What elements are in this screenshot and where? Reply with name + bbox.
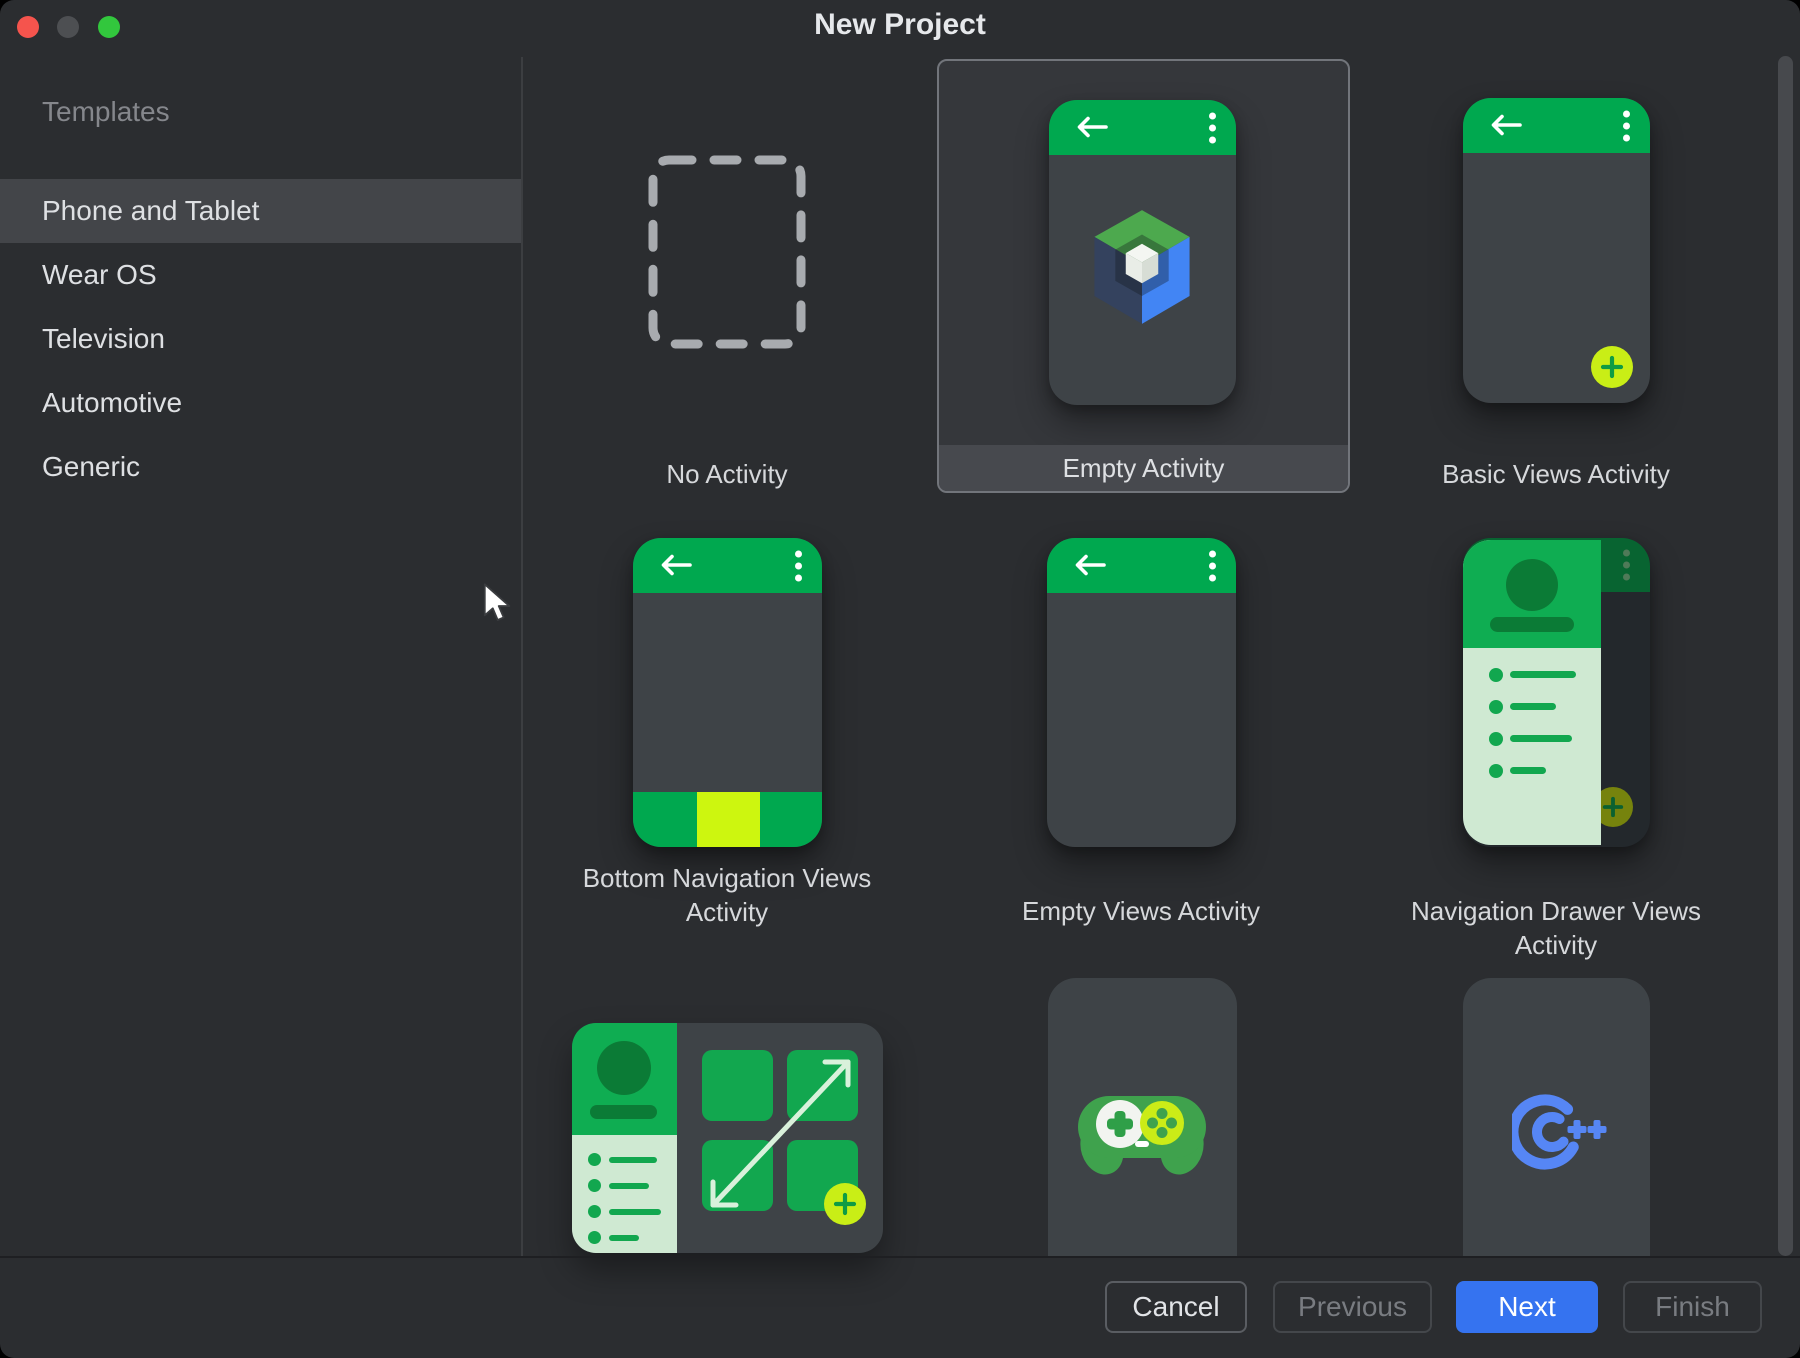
sidebar-divider — [521, 57, 523, 1256]
template-basic-views-label[interactable]: Basic Views Activity — [1406, 457, 1706, 491]
jetpack-compose-logo-icon — [1084, 206, 1200, 328]
mouse-cursor — [482, 583, 516, 627]
template-empty-views-label[interactable]: Empty Views Activity — [991, 894, 1291, 928]
app-bar — [1463, 98, 1650, 153]
drawer-item-line — [609, 1157, 657, 1163]
drawer-item-bullet — [588, 1179, 601, 1192]
drawer-item-line — [1510, 767, 1546, 774]
overflow-menu-icon — [1209, 550, 1216, 581]
overflow-menu-icon — [1623, 110, 1630, 141]
templates-header: Templates — [42, 96, 170, 128]
footer-divider — [0, 1256, 1800, 1258]
template-card-empty-views[interactable] — [1047, 538, 1236, 847]
drawer-header — [1463, 540, 1601, 648]
phone-mockup — [1049, 100, 1236, 405]
overflow-menu-icon — [795, 550, 802, 581]
overflow-menu-icon — [1209, 112, 1216, 143]
back-arrow-icon — [1075, 115, 1109, 139]
fab-plus-icon — [824, 1183, 866, 1225]
drawer-item-bullet — [1489, 700, 1503, 714]
template-card-bottom-navigation[interactable] — [633, 538, 822, 847]
drawer-item-bullet — [1489, 732, 1503, 746]
avatar-name-bar — [1490, 617, 1574, 632]
avatar — [597, 1041, 651, 1095]
cpp-logo-icon — [1512, 1084, 1632, 1180]
drawer-item-bullet — [1489, 668, 1503, 682]
next-button[interactable]: Next — [1456, 1281, 1598, 1333]
previous-button[interactable]: Previous — [1273, 1281, 1432, 1333]
fab-plus-icon — [1591, 346, 1633, 388]
template-empty-activity-label: Empty Activity — [939, 445, 1348, 491]
back-arrow-icon — [1073, 553, 1107, 577]
vertical-scrollbar[interactable] — [1778, 56, 1793, 1256]
sidebar-item-phone-and-tablet[interactable]: Phone and Tablet — [0, 179, 521, 243]
game-controller-icon — [1072, 1088, 1212, 1178]
template-card-game-activity[interactable] — [1048, 978, 1237, 1256]
drawer-item-bullet — [588, 1231, 601, 1244]
drawer-item-bullet — [1489, 764, 1503, 778]
drawer-item-line — [1510, 671, 1576, 678]
back-arrow-icon — [1489, 113, 1523, 137]
drawer-item-bullet — [588, 1205, 601, 1218]
drawer-item-bullet — [588, 1153, 601, 1166]
template-card-basic-views-activity[interactable] — [1463, 98, 1650, 403]
sidebar-item-automotive[interactable]: Automotive — [0, 371, 521, 435]
drawer-item-line — [1510, 735, 1572, 742]
template-card-navigation-drawer[interactable] — [1463, 538, 1650, 847]
template-no-activity-label[interactable]: No Activity — [577, 457, 877, 491]
template-nav-drawer-label[interactable]: Navigation Drawer Views Activity — [1406, 894, 1706, 962]
sidebar-item-television[interactable]: Television — [0, 307, 521, 371]
bottom-nav-bar — [633, 792, 822, 847]
app-bar — [1047, 538, 1236, 593]
drawer-item-line — [609, 1183, 649, 1189]
drawer-item-line — [609, 1209, 661, 1215]
nav-drawer-panel — [1463, 540, 1601, 845]
avatar-name-bar — [590, 1105, 657, 1119]
avatar — [1506, 559, 1558, 611]
template-card-native-cpp[interactable] — [1463, 978, 1650, 1256]
new-project-dialog: New Project Templates Phone and Tablet W… — [0, 0, 1800, 1358]
cancel-button[interactable]: Cancel — [1105, 1281, 1247, 1333]
app-bar — [633, 538, 822, 593]
app-bar — [1049, 100, 1236, 155]
template-card-responsive-views[interactable] — [572, 1023, 883, 1253]
drawer-item-line — [609, 1235, 639, 1241]
dialog-title: New Project — [0, 8, 1800, 42]
drawer-item-line — [1510, 703, 1556, 710]
sidebar-item-wear-os[interactable]: Wear OS — [0, 243, 521, 307]
template-card-empty-activity[interactable]: Empty Activity — [937, 59, 1350, 493]
sidebar-item-generic[interactable]: Generic — [0, 435, 521, 499]
dashed-placeholder-icon[interactable] — [647, 154, 807, 350]
finish-button[interactable]: Finish — [1623, 1281, 1762, 1333]
overflow-menu-icon — [1623, 550, 1630, 581]
back-arrow-icon — [659, 553, 693, 577]
template-bottom-nav-label[interactable]: Bottom Navigation Views Activity — [577, 861, 877, 929]
